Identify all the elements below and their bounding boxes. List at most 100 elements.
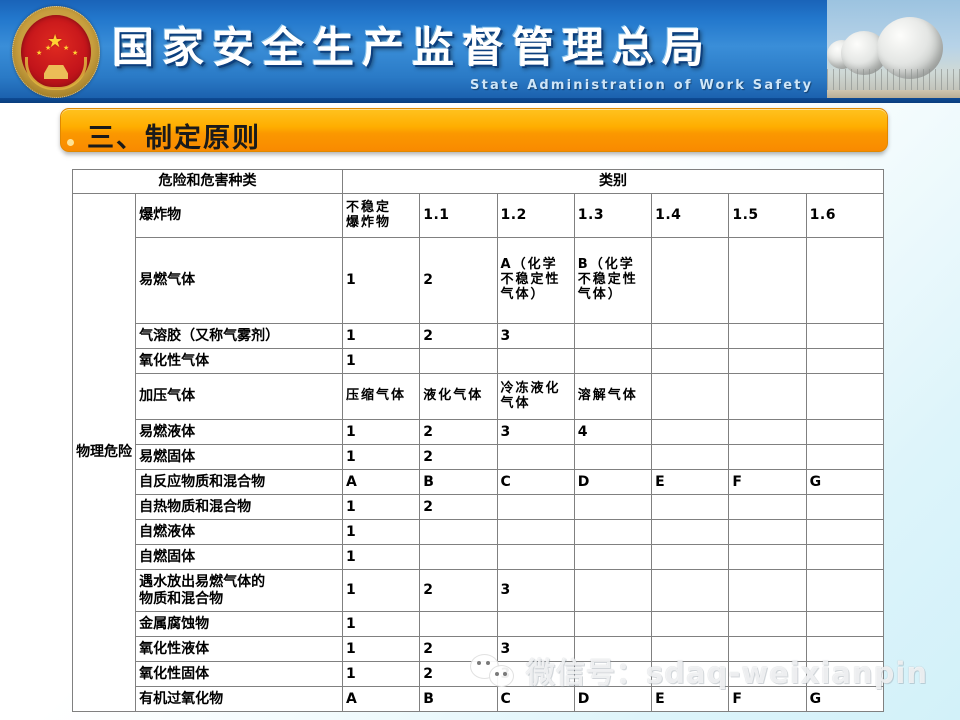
section-title-bar: 三、制定原则 xyxy=(60,108,888,154)
class-cell xyxy=(651,494,730,520)
hazard-name-cell: 有机过氧化物 xyxy=(135,686,343,712)
class-cell: 1 xyxy=(341,444,421,470)
hazard-name-cell: 金属腐蚀物 xyxy=(135,611,343,637)
class-cell xyxy=(651,348,730,374)
spherical-storage-tanks-photo xyxy=(827,0,960,103)
class-cell: 1 xyxy=(341,661,421,687)
class-cell: 1.6 xyxy=(805,193,885,238)
hazard-name-cell: 氧化性固体 xyxy=(135,661,343,687)
class-cell xyxy=(728,544,807,570)
class-cell: 1 xyxy=(341,544,421,570)
table-body: 物理危险 爆炸物 不稳定 爆炸物 1.1 1.2 1.3 1.4 1.5 1.6 易燃气体 1 2 A（化… xyxy=(71,193,885,712)
class-cell xyxy=(805,661,885,687)
class-cell: 2 xyxy=(419,636,498,662)
tank-support-legs xyxy=(827,69,960,91)
class-cell: 2 xyxy=(419,494,498,520)
class-cell: B（化学不稳定性气体） xyxy=(573,237,653,324)
class-cell: 1.2 xyxy=(496,193,575,238)
table-row: 加压气体 压缩气体 液化气体 冷冻液化气体 溶解气体 xyxy=(73,373,885,420)
class-cell: 3 xyxy=(496,569,575,612)
hazard-name-cell: 易燃液体 xyxy=(135,419,343,445)
class-cell xyxy=(728,373,807,420)
class-cell: B xyxy=(419,469,498,495)
class-cell: 1.3 xyxy=(573,193,653,238)
class-cell: 1 xyxy=(341,636,421,662)
hazard-name-cell: 自燃固体 xyxy=(135,544,343,570)
class-cell xyxy=(728,494,807,520)
class-cell xyxy=(805,237,885,324)
class-cell: 1 xyxy=(341,323,421,349)
class-cell: 4 xyxy=(573,419,653,445)
group-label-physical-hazard: 物理危险 xyxy=(71,193,137,712)
class-cell xyxy=(419,611,498,637)
class-cell xyxy=(651,237,730,324)
class-cell xyxy=(805,373,885,420)
class-cell: 2 xyxy=(419,237,498,324)
class-cell: 1 xyxy=(341,348,421,374)
class-cell xyxy=(805,636,885,662)
class-cell: C xyxy=(496,469,575,495)
table-header-row: 危险和危害种类 类别 xyxy=(72,169,885,194)
class-cell xyxy=(573,636,653,662)
class-cell: D xyxy=(573,469,653,495)
class-cell xyxy=(573,519,653,545)
class-cell: A xyxy=(341,686,421,712)
class-cell: 1 xyxy=(341,419,421,445)
class-cell xyxy=(573,494,653,520)
class-cell xyxy=(573,323,653,349)
class-cell xyxy=(496,544,575,570)
class-cell xyxy=(651,636,730,662)
table-row: 物理危险 爆炸物 不稳定 爆炸物 1.1 1.2 1.3 1.4 1.5 1.6 xyxy=(71,193,885,712)
class-cell: A xyxy=(341,469,421,495)
class-cell xyxy=(651,419,730,445)
class-cell xyxy=(651,661,730,687)
class-cell xyxy=(496,444,575,470)
class-cell xyxy=(728,569,807,612)
class-cell xyxy=(573,661,653,687)
class-cell xyxy=(573,444,653,470)
class-cell xyxy=(651,544,730,570)
class-cell xyxy=(805,519,885,545)
class-cell xyxy=(651,444,730,470)
hazard-name-cell: 易燃固体 xyxy=(135,444,343,470)
class-cell: 1.4 xyxy=(651,193,730,238)
class-cell xyxy=(573,569,653,612)
class-cell xyxy=(651,569,730,612)
banner-title: 国家安全生产监督管理总局 xyxy=(112,23,713,72)
hazard-table-wrapper: 危险和危害种类 类别 物理危险 爆炸物 不稳定 爆炸物 1.1 1.2 1.3 1.4 1.5 1… xyxy=(71,169,885,712)
hazard-name-cell: 气溶胶（又称气雾剂） xyxy=(135,323,343,349)
table-header: 危险和危害种类 类别 xyxy=(72,169,885,194)
banner-bottom-edge xyxy=(0,98,960,103)
header-banner: ★ ★ ★ ★ 国家安全生产监督管理总局 State Administration o… xyxy=(0,0,960,103)
class-cell xyxy=(728,611,807,637)
class-cell: E xyxy=(651,686,730,712)
class-cell xyxy=(805,544,885,570)
table-row: 遇水放出易燃气体的 物质和混合物 1 2 3 xyxy=(73,569,885,612)
class-cell xyxy=(651,373,730,420)
class-cell xyxy=(496,494,575,520)
class-cell: 3 xyxy=(496,419,575,445)
class-cell: 3 xyxy=(496,323,575,349)
hazard-name-cell: 氧化性液体 xyxy=(135,636,343,662)
class-cell xyxy=(805,348,885,374)
class-cell: 溶解气体 xyxy=(573,373,653,420)
class-cell xyxy=(728,323,807,349)
class-cell xyxy=(728,519,807,545)
class-cell xyxy=(805,419,885,445)
class-cell: A（化学不稳定性气体） xyxy=(496,237,575,324)
class-cell xyxy=(805,569,885,612)
class-cell: 压缩气体 xyxy=(341,373,421,420)
class-cell xyxy=(496,519,575,545)
class-cell: 2 xyxy=(419,444,498,470)
class-cell xyxy=(728,237,807,324)
emblem-inner-disc: ★ ★ ★ ★ xyxy=(21,15,91,90)
class-cell: 1.1 xyxy=(419,193,498,238)
class-cell: G xyxy=(805,469,885,495)
class-cell xyxy=(419,348,498,374)
class-cell: 3 xyxy=(496,636,575,662)
class-cell xyxy=(728,636,807,662)
hazard-name-cell: 自燃液体 xyxy=(135,519,343,545)
table-row: 易燃液体 1 2 3 4 xyxy=(73,419,885,445)
class-cell xyxy=(805,444,885,470)
class-cell xyxy=(805,494,885,520)
